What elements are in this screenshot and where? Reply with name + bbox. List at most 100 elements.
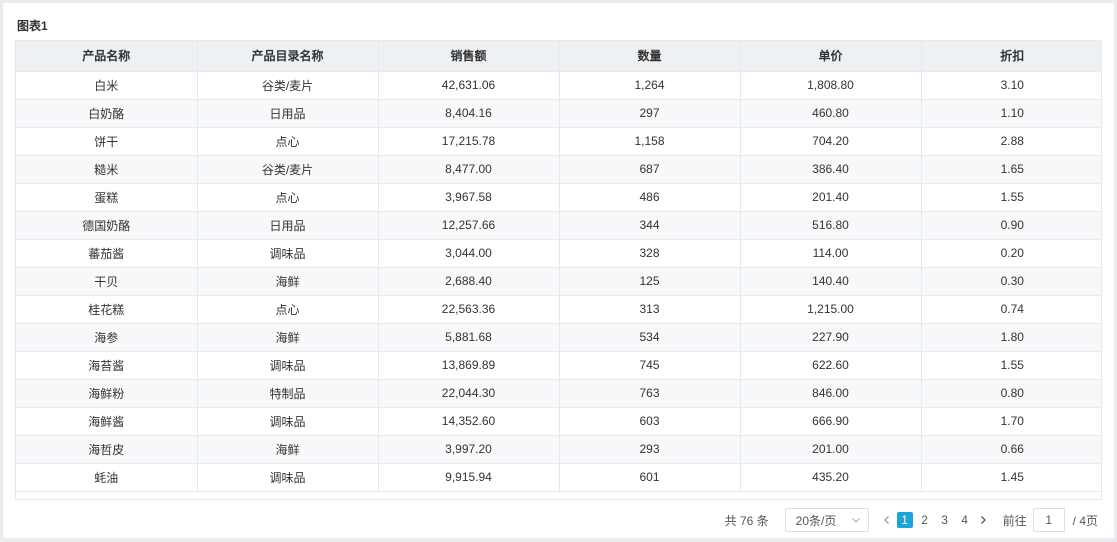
table-row[interactable]: 海参 海鲜 5,881.68 534 227.90 1.80: [16, 323, 1101, 352]
table-cell: 调味品: [197, 351, 379, 380]
table-row[interactable]: 蛋糕 点心 3,967.58 486 201.40 1.55: [16, 183, 1101, 212]
table-row[interactable]: 海苔酱 调味品 13,869.89 745 622.60 1.55: [16, 351, 1101, 380]
table-cell: 22,044.30: [378, 379, 560, 408]
table-cell: 125: [559, 267, 741, 296]
table-cell: 201.40: [740, 183, 922, 212]
table-cell: 3,997.20: [378, 435, 560, 464]
table-cell: 114.00: [740, 239, 922, 268]
table-cell: 1.10: [921, 99, 1101, 128]
page-number-2[interactable]: 2: [917, 512, 933, 528]
table-cell: 3,967.58: [378, 183, 560, 212]
table-cell: 调味品: [197, 407, 379, 436]
chart-title: 图表1: [17, 19, 48, 33]
table-cell: 12,257.66: [378, 211, 560, 240]
total-count: 共 76 条: [724, 513, 769, 528]
table-cell: 1.65: [921, 155, 1101, 184]
table-cell: 14,352.60: [378, 407, 560, 436]
data-table-container[interactable]: 产品名称 产品目录名称 销售额 数量 单价 折扣 白米 谷类/麦片 42,631.06 1,26…: [15, 40, 1102, 500]
table-cell: 534: [559, 323, 741, 352]
table-cell: 1.80: [921, 323, 1101, 352]
table-cell: 白奶酪: [16, 99, 198, 128]
table-cell: 687: [559, 155, 741, 184]
table-cell: 17,215.78: [378, 127, 560, 156]
column-header: 产品名称: [16, 41, 198, 72]
table-cell: 763: [559, 379, 741, 408]
table-row[interactable]: 饼干 点心 17,215.78 1,158 704.20 2.88: [16, 127, 1101, 156]
page-number-1[interactable]: 1: [896, 512, 913, 528]
table-cell: 313: [559, 295, 741, 324]
pagination: 共 76 条 20条/页 1234 前往 / 4页: [725, 508, 1098, 532]
prev-page-button[interactable]: [879, 510, 895, 530]
table-cell: 糙米: [16, 155, 198, 184]
table-cell: 0.66: [921, 435, 1101, 464]
goto-label: 前往: [1002, 513, 1027, 528]
table-cell: 1,264: [559, 71, 741, 100]
table-cell: 8,477.00: [378, 155, 560, 184]
table-row[interactable]: 德国奶酪 日用品 12,257.66 344 516.80 0.90: [16, 211, 1101, 240]
table-cell: 海鲜: [197, 435, 379, 464]
table-cell: 谷类/麦片: [197, 71, 379, 100]
table-row[interactable]: 白奶酪 日用品 8,404.16 297 460.80 1.10: [16, 99, 1101, 128]
table-cell: 饼干: [16, 127, 198, 156]
table-cell: 海苔酱: [16, 351, 198, 380]
table-row[interactable]: 白米 谷类/麦片 42,631.06 1,264 1,808.80 3.10: [16, 71, 1101, 100]
table-cell: 谷类/麦片: [197, 155, 379, 184]
table-cell: 745: [559, 351, 741, 380]
table-cell: 2,688.40: [378, 267, 560, 296]
table-cell: 0.74: [921, 295, 1101, 324]
table-cell: 603: [559, 407, 741, 436]
table-cell: 德国奶酪: [16, 211, 198, 240]
table-row[interactable]: 海哲皮 海鲜 3,997.20 293 201.00 0.66: [16, 435, 1101, 464]
next-page-button[interactable]: [975, 510, 991, 530]
table-row[interactable]: 海鲜粉 特制品 22,044.30 763 846.00 0.80: [16, 379, 1101, 408]
page-size-select[interactable]: 20条/页: [784, 508, 869, 532]
table-cell: 点心: [197, 127, 379, 156]
table-cell: 1,808.80: [740, 71, 922, 100]
table-cell: 344: [559, 211, 741, 240]
table-cell: 特制品: [197, 379, 379, 408]
table-cell: 干贝: [16, 267, 198, 296]
table-body: 白米 谷类/麦片 42,631.06 1,264 1,808.80 3.10 白奶酪 日用品 8…: [16, 71, 1101, 492]
table-cell: 601: [559, 463, 741, 492]
table-cell: 点心: [197, 183, 379, 212]
pages-total: / 4页: [1072, 513, 1098, 528]
table-cell: 435.20: [740, 463, 922, 492]
table-cell: 297: [559, 99, 741, 128]
table-cell: 1.70: [921, 407, 1101, 436]
table-cell: 蚝油: [16, 463, 198, 492]
table-cell: 桂花糕: [16, 295, 198, 324]
table-header-row: 产品名称 产品目录名称 销售额 数量 单价 折扣: [16, 41, 1101, 72]
chart-card: 图表1 产品名称 产品目录名称 销售额 数量 单价 折扣 白米 谷类/麦片 42,631.06…: [3, 3, 1114, 538]
chevron-down-icon: [851, 518, 860, 523]
table-cell: 5,881.68: [378, 323, 560, 352]
chevron-right-icon: [980, 516, 986, 524]
table-row[interactable]: 桂花糕 点心 22,563.36 313 1,215.00 0.74: [16, 295, 1101, 324]
chevron-left-icon: [883, 516, 889, 524]
table-row[interactable]: 干贝 海鲜 2,688.40 125 140.40 0.30: [16, 267, 1101, 296]
page-number-4[interactable]: 4: [957, 512, 973, 528]
table-cell: 日用品: [197, 211, 379, 240]
table-row[interactable]: 糙米 谷类/麦片 8,477.00 687 386.40 1.65: [16, 155, 1101, 184]
table-cell: 海鲜: [197, 267, 379, 296]
table-row[interactable]: 蚝油 调味品 9,915.94 601 435.20 1.45: [16, 463, 1101, 492]
page-number-3[interactable]: 3: [937, 512, 953, 528]
table-cell: 1.55: [921, 183, 1101, 212]
table-cell: 海参: [16, 323, 198, 352]
table-cell: 蕃茄酱: [16, 239, 198, 268]
table-cell: 666.90: [740, 407, 922, 436]
table-cell: 3,044.00: [378, 239, 560, 268]
table-cell: 486: [559, 183, 741, 212]
table-cell: 22,563.36: [378, 295, 560, 324]
table-cell: 0.30: [921, 267, 1101, 296]
column-header: 销售额: [378, 41, 560, 72]
table-cell: 201.00: [740, 435, 922, 464]
table-row[interactable]: 蕃茄酱 调味品 3,044.00 328 114.00 0.20: [16, 239, 1101, 268]
column-header: 产品目录名称: [197, 41, 379, 72]
table-cell: 516.80: [740, 211, 922, 240]
table-cell: 白米: [16, 71, 198, 100]
table-cell: 227.90: [740, 323, 922, 352]
table-cell: 1,158: [559, 127, 741, 156]
table-row[interactable]: 海鲜酱 调味品 14,352.60 603 666.90 1.70: [16, 407, 1101, 436]
goto-page-input[interactable]: [1032, 508, 1065, 532]
table-cell: 9,915.94: [378, 463, 560, 492]
